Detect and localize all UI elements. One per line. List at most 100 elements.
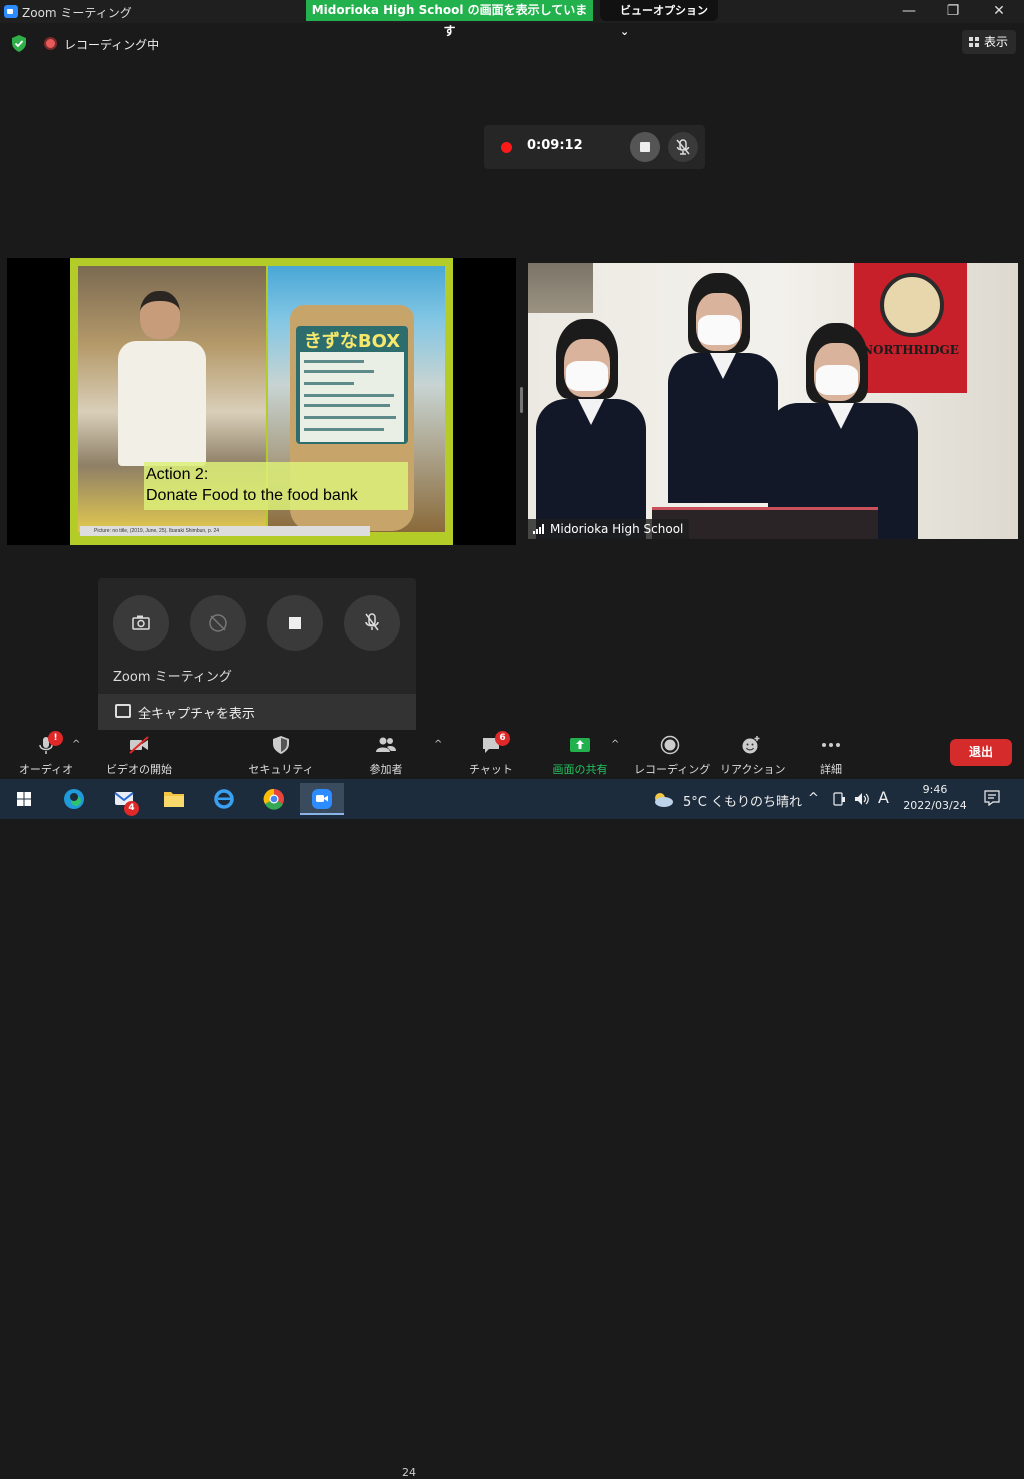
recording-control-panel: 0:09:12: [484, 125, 705, 169]
audio-button[interactable]: ! オーディオ: [16, 731, 76, 779]
taskbar-clock[interactable]: 9:46 2022/03/24: [898, 782, 972, 814]
security-button[interactable]: セキュリティ: [246, 731, 316, 779]
close-icon[interactable]: ✕: [976, 0, 1022, 23]
edge-icon: [64, 789, 84, 809]
zoom-app-icon: [4, 5, 18, 18]
stop-button[interactable]: [267, 595, 323, 651]
encryption-shield-icon[interactable]: [11, 35, 27, 52]
device-icon[interactable]: [832, 792, 846, 806]
participants-icon: [376, 737, 396, 752]
recording-dot-icon: [501, 142, 512, 153]
more-label: 詳細: [820, 763, 842, 776]
recording-timer: 0:09:12: [527, 138, 583, 153]
share-screen-label: 画面の共有: [552, 763, 608, 776]
audio-label: オーディオ: [18, 763, 74, 776]
pause-disabled-icon: [209, 614, 227, 632]
participants-count: 24: [402, 1466, 416, 1479]
slide-caption-line2: Donate Food to the food bank: [146, 487, 358, 504]
mute-mic-button[interactable]: [668, 132, 698, 162]
wall-poster: [528, 263, 593, 313]
weather-text[interactable]: 5°C くもりのち晴れ: [683, 791, 802, 810]
leave-meeting-button[interactable]: 退出: [950, 739, 1012, 766]
grid-icon: [969, 37, 979, 47]
speaker-icon[interactable]: [854, 792, 870, 806]
camera-icon: [132, 615, 150, 630]
mute-button[interactable]: [344, 595, 400, 651]
slide-caption-line1: Action 2:: [146, 466, 209, 483]
participant-video-tile[interactable]: NORTHRIDGE Midorioka High School: [528, 263, 1018, 539]
view-options-button[interactable]: ビューオプション ⌄: [600, 0, 718, 38]
view-layout-button[interactable]: 表示: [962, 30, 1016, 54]
meeting-toolbar: ! オーディオ ^ ビデオの開始 セキュリティ 参加者 24 ^ 6 チャット: [0, 731, 1024, 1479]
panel-title: Zoom ミーティング: [113, 670, 232, 685]
zoom-taskbar-button[interactable]: [300, 783, 344, 815]
audio-alert-badge: !: [48, 731, 63, 746]
can-title: きずなBOX: [303, 331, 401, 352]
edge-taskbar-button[interactable]: [52, 783, 96, 815]
notification-center-icon[interactable]: [984, 790, 1000, 806]
pause-button[interactable]: [190, 595, 246, 651]
can-notice-paper: [300, 352, 404, 442]
chat-button[interactable]: 6 チャット: [462, 731, 520, 779]
ime-indicator[interactable]: A: [878, 788, 889, 807]
student-left: [536, 319, 646, 539]
show-hidden-icons-chevron-icon[interactable]: ^: [808, 791, 819, 806]
ie-taskbar-button[interactable]: [202, 783, 246, 815]
explorer-taskbar-button[interactable]: [152, 783, 196, 815]
reactions-button[interactable]: リアクション: [720, 731, 786, 779]
share-screen-icon: [570, 738, 590, 752]
participant-name-tag: Midorioka High School: [528, 519, 690, 539]
captions-icon: [115, 704, 131, 718]
screenshot-button[interactable]: [113, 595, 169, 651]
video-off-icon: [129, 736, 149, 754]
mic-off-icon: [365, 613, 379, 631]
participants-chevron-icon[interactable]: ^: [434, 739, 442, 750]
tile-resize-handle[interactable]: [520, 387, 523, 413]
recording-status-label: レコーディング中: [64, 38, 160, 52]
volunteer-figure: [118, 291, 206, 466]
record-button[interactable]: レコーディング: [634, 731, 710, 779]
minimize-icon[interactable]: —: [886, 0, 932, 23]
weather-cloud-icon: [655, 793, 673, 807]
internet-explorer-icon: [214, 789, 234, 809]
view-layout-label: 表示: [984, 35, 1009, 49]
mic-off-icon: [676, 139, 690, 155]
start-button[interactable]: [2, 783, 46, 815]
participants-button[interactable]: 参加者: [356, 731, 416, 779]
chat-label: チャット: [469, 763, 513, 776]
student-middle: [668, 273, 778, 503]
recording-indicator-icon: [44, 37, 57, 50]
chrome-taskbar-button[interactable]: [252, 783, 296, 815]
share-screen-button[interactable]: 画面の共有: [545, 731, 615, 779]
window-title: Zoom ミーティング: [22, 6, 132, 20]
zoom-icon: [312, 789, 332, 809]
audio-options-chevron-icon[interactable]: ^: [72, 739, 80, 750]
slide-caption: Action 2: Donate Food to the food bank: [144, 462, 408, 510]
participants-label: 参加者: [369, 763, 403, 776]
show-captions-label: 全キャプチャを表示: [138, 707, 255, 722]
folder-icon: [164, 792, 184, 807]
mail-badge: 4: [124, 801, 139, 816]
chrome-icon: [263, 788, 284, 810]
record-icon: [660, 735, 680, 755]
more-button[interactable]: 詳細: [806, 731, 856, 779]
start-video-button[interactable]: ビデオの開始: [104, 731, 174, 779]
windows-logo-icon: [17, 792, 31, 806]
screen-share-banner: Midorioka High School の画面を表示しています: [306, 0, 593, 38]
security-shield-icon: [273, 736, 289, 754]
share-options-chevron-icon[interactable]: ^: [611, 739, 619, 750]
slide-credit: Picture: no title, (2019, June, 25). Iba…: [80, 526, 370, 536]
clock-date: 2022/03/24: [903, 799, 967, 812]
stop-icon: [289, 617, 301, 629]
stop-recording-button[interactable]: [630, 132, 660, 162]
floating-control-panel: Zoom ミーティング 全キャプチャを表示: [98, 578, 416, 730]
participant-name: Midorioka High School: [550, 522, 684, 536]
restore-icon[interactable]: ❐: [930, 0, 976, 23]
emoji-icon: [742, 736, 760, 754]
more-dots-icon: [822, 743, 840, 747]
signal-strength-icon: [533, 524, 545, 534]
mail-taskbar-button[interactable]: 4: [102, 783, 146, 816]
show-captions-row[interactable]: 全キャプチャを表示: [98, 694, 416, 730]
reactions-label: リアクション: [720, 763, 786, 776]
clock-time: 9:46: [922, 783, 948, 796]
